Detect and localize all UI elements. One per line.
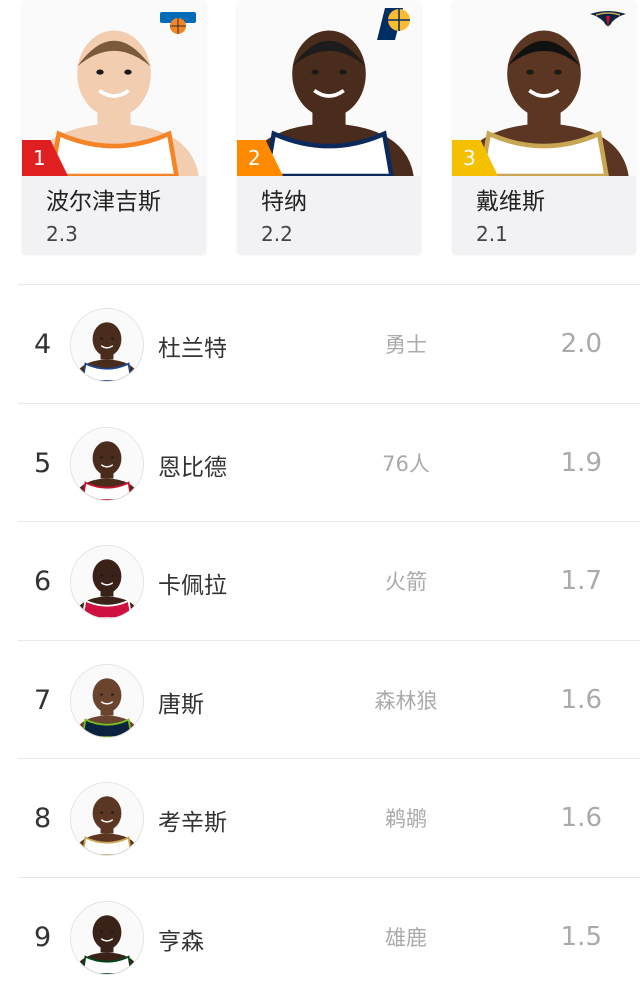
team-name: 鹈鹕: [348, 803, 464, 833]
player-value: 1.5: [561, 922, 602, 952]
player-name: 恩比德: [158, 448, 227, 482]
list-item[interactable]: 9 亨森 雄鹿 1.5: [18, 877, 640, 995]
team-name: 76人: [348, 448, 464, 478]
ranking-list: 4 杜兰特 勇士 2.0 5 恩比德 76人 1.9 6: [18, 284, 640, 995]
player-name: 杜兰特: [158, 329, 227, 363]
team-name: 勇士: [348, 329, 464, 359]
rank-number: 7: [34, 685, 51, 716]
rank-number: 9: [34, 922, 51, 953]
player-card-1[interactable]: 1 波尔津吉斯 2.3: [22, 0, 206, 254]
rank-number: 8: [34, 803, 51, 834]
avatar: [70, 782, 144, 856]
player-value: 1.9: [561, 448, 602, 478]
player-name: 考辛斯: [158, 803, 227, 837]
team-logo-icon: [158, 6, 198, 36]
player-name: 戴维斯: [476, 182, 545, 216]
player-card-3[interactable]: 3 戴维斯 2.1: [452, 0, 636, 254]
list-item[interactable]: 4 杜兰特 勇士 2.0: [18, 284, 640, 403]
team-logo-icon: [373, 6, 413, 36]
player-card-2[interactable]: 2 特纳 2.2: [237, 0, 421, 254]
player-value: 1.6: [561, 685, 602, 715]
avatar: [70, 308, 144, 382]
player-name: 波尔津吉斯: [46, 182, 161, 216]
player-name: 卡佩拉: [158, 566, 227, 600]
player-name: 亨森: [158, 922, 204, 956]
player-value: 1.7: [561, 566, 602, 596]
team-name: 火箭: [348, 566, 464, 596]
avatar: [70, 545, 144, 619]
top-three-podium: 1 波尔津吉斯 2.3 2 特纳 2.2 3 戴维斯 2.1: [0, 0, 640, 285]
player-name: 特纳: [261, 182, 307, 216]
list-item[interactable]: 8 考辛斯 鹈鹕 1.6: [18, 758, 640, 877]
rank-number: 4: [34, 329, 51, 360]
rank-number: 6: [34, 566, 51, 597]
player-value: 2.0: [561, 329, 602, 359]
avatar: [70, 427, 144, 501]
team-name: 森林狼: [348, 685, 464, 715]
avatar: [70, 901, 144, 975]
team-logo-icon: [588, 6, 628, 36]
player-value: 2.1: [476, 222, 508, 246]
player-value: 2.3: [46, 222, 78, 246]
team-name: 雄鹿: [348, 922, 464, 952]
player-value: 2.2: [261, 222, 293, 246]
pacers-logo-icon: [373, 6, 413, 42]
player-name: 唐斯: [158, 685, 204, 719]
list-item[interactable]: 6 卡佩拉 火箭 1.7: [18, 521, 640, 640]
pelicans-logo-icon: [588, 6, 628, 36]
rank-number: 5: [34, 448, 51, 479]
list-item[interactable]: 7 唐斯 森林狼 1.6: [18, 640, 640, 759]
knicks-logo-icon: [158, 6, 198, 36]
avatar: [70, 664, 144, 738]
list-item[interactable]: 5 恩比德 76人 1.9: [18, 403, 640, 522]
player-value: 1.6: [561, 803, 602, 833]
